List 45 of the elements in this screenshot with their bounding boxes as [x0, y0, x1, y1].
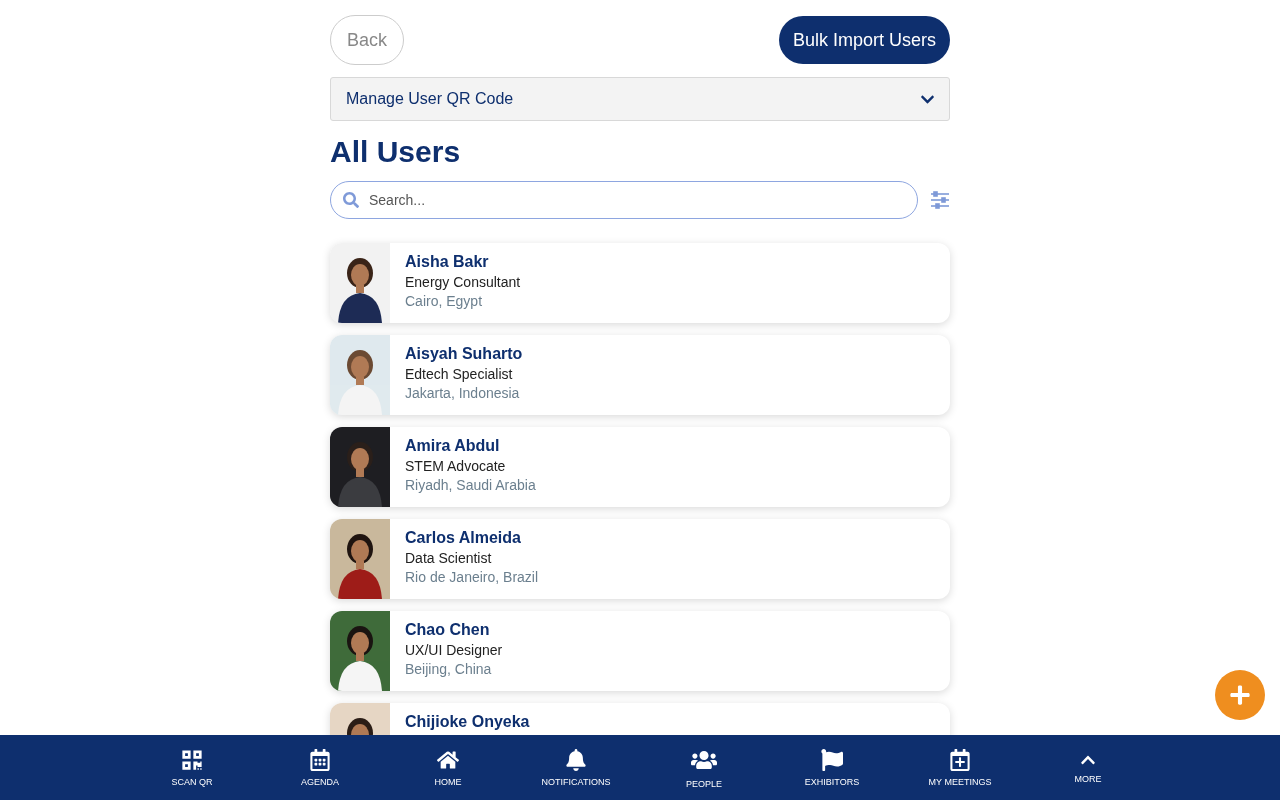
user-role: STEM Advocate: [405, 458, 507, 474]
bell-icon: [565, 748, 587, 771]
user-name: Amira Abdul: [405, 437, 501, 455]
user-role: UX/UI Designer: [405, 642, 503, 658]
user-name: Aisyah Suharto: [405, 345, 523, 363]
bulk-import-button[interactable]: Bulk Import Users: [778, 16, 950, 64]
nav-item[interactable]: SCAN QR: [128, 735, 256, 800]
filter-icon[interactable]: [930, 190, 950, 210]
user-location: Jakarta, Indonesia: [405, 385, 521, 401]
user-location: Rio de Janeiro, Brazil: [405, 569, 539, 585]
user-location: Beijing, China: [405, 661, 493, 677]
user-role: Energy Consultant: [405, 274, 521, 290]
home-icon: [437, 748, 459, 771]
nav-item[interactable]: HOME: [384, 735, 512, 800]
user-name: Aisha Bakr: [405, 253, 490, 271]
user-name: Carlos Almeida: [405, 529, 522, 547]
user-name: Chao Chen: [405, 621, 491, 639]
nav-item[interactable]: NOTIFICATIONS: [512, 735, 640, 800]
user-location: Cairo, Egypt: [405, 293, 484, 309]
user-card[interactable]: Carlos Almeida Data Scientist Rio de Janeiro, Brazil: [330, 519, 950, 599]
nav-item[interactable]: EXHIBITORS: [768, 735, 896, 800]
user-card[interactable]: Chao Chen UX/UI Designer Beijing, China: [330, 611, 950, 691]
user-card[interactable]: Chijioke Onyeka: [330, 703, 950, 735]
user-role: Edtech Specialist: [405, 366, 514, 382]
nav-item[interactable]: AGENDA: [256, 735, 384, 800]
nav-item[interactable]: PEOPLE: [640, 735, 768, 800]
add-button[interactable]: [1215, 670, 1265, 720]
user-card[interactable]: Aisha Bakr Energy Consultant Cairo, Egypt: [330, 243, 950, 323]
flag-icon: [821, 748, 843, 771]
plus-icon: [1229, 684, 1251, 706]
search-input[interactable]: Search...: [369, 185, 905, 215]
back-button[interactable]: Back: [330, 15, 405, 65]
qr-code-icon: [181, 748, 203, 771]
search-icon: [343, 192, 359, 208]
user-location: Riyadh, Saudi Arabia: [405, 477, 536, 493]
user-card[interactable]: Amira Abdul STEM Advocate Riyadh, Saudi Arabia: [330, 427, 950, 507]
calendar-plus-icon: [949, 748, 971, 771]
user-card[interactable]: Aisyah Suharto Edtech Specialist Jakarta, Indonesia: [330, 335, 950, 415]
user-role: Data Scientist: [405, 550, 493, 566]
page-title: All Users: [330, 135, 462, 169]
nav-item[interactable]: MORE: [1024, 735, 1152, 800]
calendar-icon: [309, 748, 331, 771]
accordion-header[interactable]: Manage User QR Code: [330, 77, 950, 121]
user-name: Chijioke Onyeka: [405, 713, 530, 731]
nav-item[interactable]: MY MEETINGS: [896, 735, 1024, 800]
